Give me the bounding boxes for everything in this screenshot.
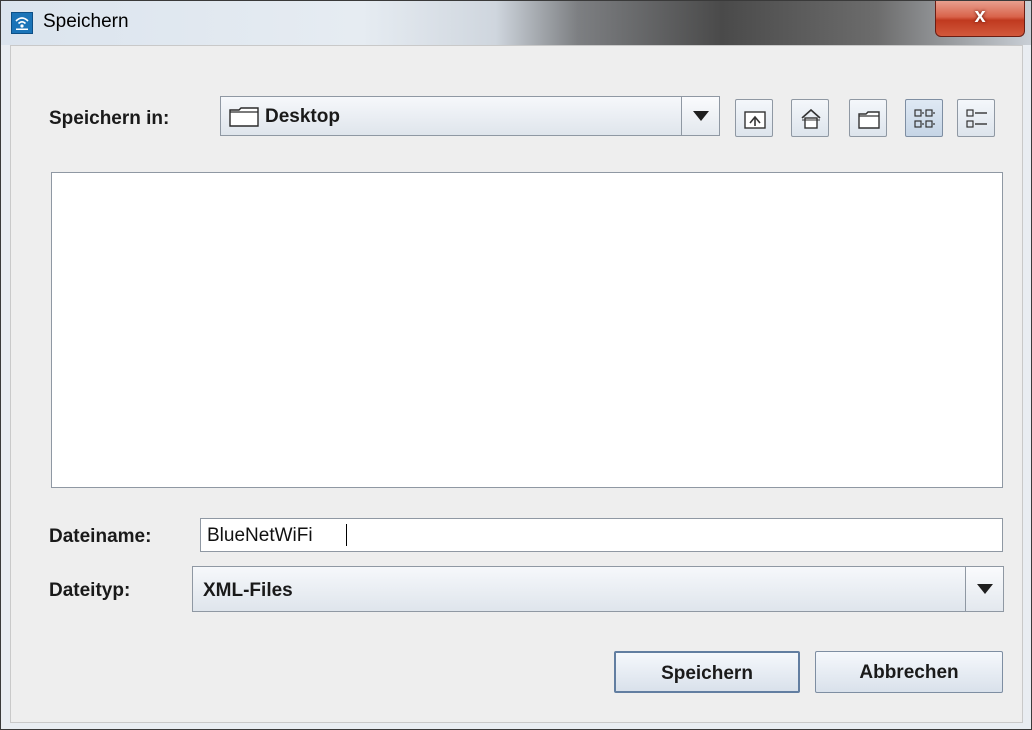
list-view-icon xyxy=(914,109,935,128)
file-list[interactable] xyxy=(51,172,1003,488)
text-caret xyxy=(346,524,347,546)
close-icon: x xyxy=(974,5,986,27)
new-folder-icon xyxy=(858,111,880,129)
lookin-combo[interactable]: Desktop xyxy=(220,96,720,136)
filename-value: BlueNetWiFi xyxy=(207,525,313,546)
cancel-button[interactable]: Abbrechen xyxy=(815,651,1003,693)
save-button-label: Speichern xyxy=(661,663,753,684)
wifi-app-icon xyxy=(11,12,33,34)
lookin-label: Speichern in: xyxy=(49,108,170,129)
details-view-icon xyxy=(966,109,987,128)
home-icon xyxy=(801,108,821,129)
up-folder-icon xyxy=(744,111,766,129)
chevron-down-icon xyxy=(976,584,993,594)
home-button[interactable] xyxy=(791,99,829,137)
filetype-value: XML-Files xyxy=(203,580,293,601)
list-view-button[interactable] xyxy=(905,99,943,137)
filetype-dropdown-button[interactable] xyxy=(965,567,1003,611)
dialog-content: Speichern in: Desktop Dateiname: BlueNet… xyxy=(10,45,1023,723)
lookin-value: Desktop xyxy=(265,106,340,127)
filetype-combo[interactable]: XML-Files xyxy=(192,566,1004,612)
title-bar[interactable]: Speichern x xyxy=(1,1,1031,45)
close-button[interactable]: x xyxy=(935,1,1025,37)
save-dialog: Speichern x Speichern in: Desktop Datein… xyxy=(0,0,1032,730)
up-one-level-button[interactable] xyxy=(735,99,773,137)
lookin-dropdown-button[interactable] xyxy=(681,97,719,135)
window-title: Speichern xyxy=(43,11,129,32)
folder-icon xyxy=(229,107,259,132)
save-button[interactable]: Speichern xyxy=(614,651,800,693)
filename-input[interactable]: BlueNetWiFi xyxy=(200,518,1003,552)
cancel-button-label: Abbrechen xyxy=(859,662,959,683)
filetype-label: Dateityp: xyxy=(49,580,131,601)
filename-label: Dateiname: xyxy=(49,526,152,547)
new-folder-button[interactable] xyxy=(849,99,887,137)
details-view-button[interactable] xyxy=(957,99,995,137)
chevron-down-icon xyxy=(692,111,709,121)
